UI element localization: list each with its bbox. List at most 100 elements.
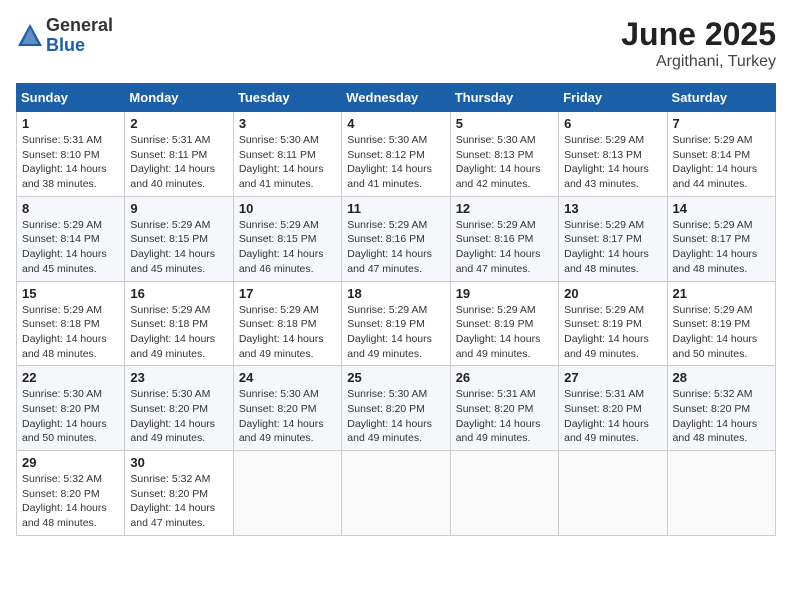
page-header: General Blue June 2025 Argithani, Turkey [16,16,776,71]
day-info: Sunrise: 5:30 AM Sunset: 8:11 PM Dayligh… [239,133,336,192]
location-title: Argithani, Turkey [621,53,776,71]
day-info: Sunrise: 5:29 AM Sunset: 8:14 PM Dayligh… [22,218,119,277]
day-info: Sunrise: 5:29 AM Sunset: 8:14 PM Dayligh… [673,133,770,192]
day-info: Sunrise: 5:31 AM Sunset: 8:20 PM Dayligh… [564,387,661,446]
weekday-header: Saturday [667,84,775,112]
logo-general-text: General [46,16,113,36]
day-info: Sunrise: 5:29 AM Sunset: 8:18 PM Dayligh… [22,303,119,362]
calendar-day-cell: 30 Sunrise: 5:32 AM Sunset: 8:20 PM Dayl… [125,451,233,536]
calendar-day-cell: 27 Sunrise: 5:31 AM Sunset: 8:20 PM Dayl… [559,366,667,451]
day-number: 30 [130,455,227,470]
calendar-day-cell: 12 Sunrise: 5:29 AM Sunset: 8:16 PM Dayl… [450,196,558,281]
calendar-day-cell [342,451,450,536]
day-info: Sunrise: 5:30 AM Sunset: 8:20 PM Dayligh… [239,387,336,446]
day-info: Sunrise: 5:30 AM Sunset: 8:20 PM Dayligh… [347,387,444,446]
day-number: 9 [130,201,227,216]
day-info: Sunrise: 5:32 AM Sunset: 8:20 PM Dayligh… [673,387,770,446]
calendar-day-cell: 16 Sunrise: 5:29 AM Sunset: 8:18 PM Dayl… [125,281,233,366]
calendar-day-cell: 28 Sunrise: 5:32 AM Sunset: 8:20 PM Dayl… [667,366,775,451]
calendar-day-cell: 7 Sunrise: 5:29 AM Sunset: 8:14 PM Dayli… [667,112,775,197]
day-number: 26 [456,370,553,385]
calendar-week-row: 22 Sunrise: 5:30 AM Sunset: 8:20 PM Dayl… [17,366,776,451]
calendar-day-cell: 19 Sunrise: 5:29 AM Sunset: 8:19 PM Dayl… [450,281,558,366]
day-number: 10 [239,201,336,216]
day-info: Sunrise: 5:29 AM Sunset: 8:15 PM Dayligh… [130,218,227,277]
day-number: 16 [130,286,227,301]
calendar-day-cell: 26 Sunrise: 5:31 AM Sunset: 8:20 PM Dayl… [450,366,558,451]
calendar-day-cell [233,451,341,536]
calendar-day-cell [450,451,558,536]
logo-blue-text: Blue [46,36,113,56]
weekday-header: Tuesday [233,84,341,112]
logo-icon [16,22,44,50]
day-number: 29 [22,455,119,470]
calendar-day-cell: 20 Sunrise: 5:29 AM Sunset: 8:19 PM Dayl… [559,281,667,366]
calendar-day-cell: 22 Sunrise: 5:30 AM Sunset: 8:20 PM Dayl… [17,366,125,451]
day-number: 17 [239,286,336,301]
day-number: 28 [673,370,770,385]
calendar-day-cell: 21 Sunrise: 5:29 AM Sunset: 8:19 PM Dayl… [667,281,775,366]
calendar-day-cell: 15 Sunrise: 5:29 AM Sunset: 8:18 PM Dayl… [17,281,125,366]
calendar-day-cell: 13 Sunrise: 5:29 AM Sunset: 8:17 PM Dayl… [559,196,667,281]
calendar-day-cell: 18 Sunrise: 5:29 AM Sunset: 8:19 PM Dayl… [342,281,450,366]
calendar-week-row: 8 Sunrise: 5:29 AM Sunset: 8:14 PM Dayli… [17,196,776,281]
day-info: Sunrise: 5:29 AM Sunset: 8:18 PM Dayligh… [130,303,227,362]
day-number: 25 [347,370,444,385]
calendar-day-cell: 5 Sunrise: 5:30 AM Sunset: 8:13 PM Dayli… [450,112,558,197]
day-number: 11 [347,201,444,216]
calendar-day-cell: 25 Sunrise: 5:30 AM Sunset: 8:20 PM Dayl… [342,366,450,451]
weekday-header: Sunday [17,84,125,112]
day-number: 24 [239,370,336,385]
calendar-day-cell: 4 Sunrise: 5:30 AM Sunset: 8:12 PM Dayli… [342,112,450,197]
weekday-header: Monday [125,84,233,112]
day-info: Sunrise: 5:29 AM Sunset: 8:19 PM Dayligh… [673,303,770,362]
day-number: 2 [130,116,227,131]
day-number: 19 [456,286,553,301]
day-info: Sunrise: 5:29 AM Sunset: 8:15 PM Dayligh… [239,218,336,277]
day-number: 1 [22,116,119,131]
day-number: 6 [564,116,661,131]
day-info: Sunrise: 5:30 AM Sunset: 8:20 PM Dayligh… [130,387,227,446]
day-number: 4 [347,116,444,131]
day-number: 20 [564,286,661,301]
day-info: Sunrise: 5:29 AM Sunset: 8:17 PM Dayligh… [564,218,661,277]
day-info: Sunrise: 5:31 AM Sunset: 8:10 PM Dayligh… [22,133,119,192]
calendar-header-row: SundayMondayTuesdayWednesdayThursdayFrid… [17,84,776,112]
calendar-day-cell: 10 Sunrise: 5:29 AM Sunset: 8:15 PM Dayl… [233,196,341,281]
calendar-week-row: 29 Sunrise: 5:32 AM Sunset: 8:20 PM Dayl… [17,451,776,536]
day-info: Sunrise: 5:29 AM Sunset: 8:19 PM Dayligh… [456,303,553,362]
day-info: Sunrise: 5:29 AM Sunset: 8:19 PM Dayligh… [347,303,444,362]
day-info: Sunrise: 5:30 AM Sunset: 8:13 PM Dayligh… [456,133,553,192]
day-number: 22 [22,370,119,385]
calendar-table: SundayMondayTuesdayWednesdayThursdayFrid… [16,83,776,536]
day-info: Sunrise: 5:31 AM Sunset: 8:11 PM Dayligh… [130,133,227,192]
calendar-day-cell: 24 Sunrise: 5:30 AM Sunset: 8:20 PM Dayl… [233,366,341,451]
day-number: 14 [673,201,770,216]
calendar-day-cell: 8 Sunrise: 5:29 AM Sunset: 8:14 PM Dayli… [17,196,125,281]
day-number: 15 [22,286,119,301]
calendar-week-row: 15 Sunrise: 5:29 AM Sunset: 8:18 PM Dayl… [17,281,776,366]
day-number: 13 [564,201,661,216]
weekday-header: Friday [559,84,667,112]
weekday-header: Thursday [450,84,558,112]
month-title: June 2025 [621,16,776,53]
calendar-day-cell: 14 Sunrise: 5:29 AM Sunset: 8:17 PM Dayl… [667,196,775,281]
weekday-header: Wednesday [342,84,450,112]
calendar-week-row: 1 Sunrise: 5:31 AM Sunset: 8:10 PM Dayli… [17,112,776,197]
calendar-day-cell: 1 Sunrise: 5:31 AM Sunset: 8:10 PM Dayli… [17,112,125,197]
day-number: 12 [456,201,553,216]
day-number: 18 [347,286,444,301]
calendar-day-cell: 2 Sunrise: 5:31 AM Sunset: 8:11 PM Dayli… [125,112,233,197]
day-info: Sunrise: 5:29 AM Sunset: 8:18 PM Dayligh… [239,303,336,362]
calendar-day-cell: 23 Sunrise: 5:30 AM Sunset: 8:20 PM Dayl… [125,366,233,451]
day-info: Sunrise: 5:29 AM Sunset: 8:19 PM Dayligh… [564,303,661,362]
calendar-day-cell: 11 Sunrise: 5:29 AM Sunset: 8:16 PM Dayl… [342,196,450,281]
day-info: Sunrise: 5:29 AM Sunset: 8:16 PM Dayligh… [456,218,553,277]
calendar-day-cell: 29 Sunrise: 5:32 AM Sunset: 8:20 PM Dayl… [17,451,125,536]
calendar-day-cell [667,451,775,536]
day-number: 8 [22,201,119,216]
day-number: 27 [564,370,661,385]
logo: General Blue [16,16,113,56]
day-number: 7 [673,116,770,131]
day-number: 5 [456,116,553,131]
